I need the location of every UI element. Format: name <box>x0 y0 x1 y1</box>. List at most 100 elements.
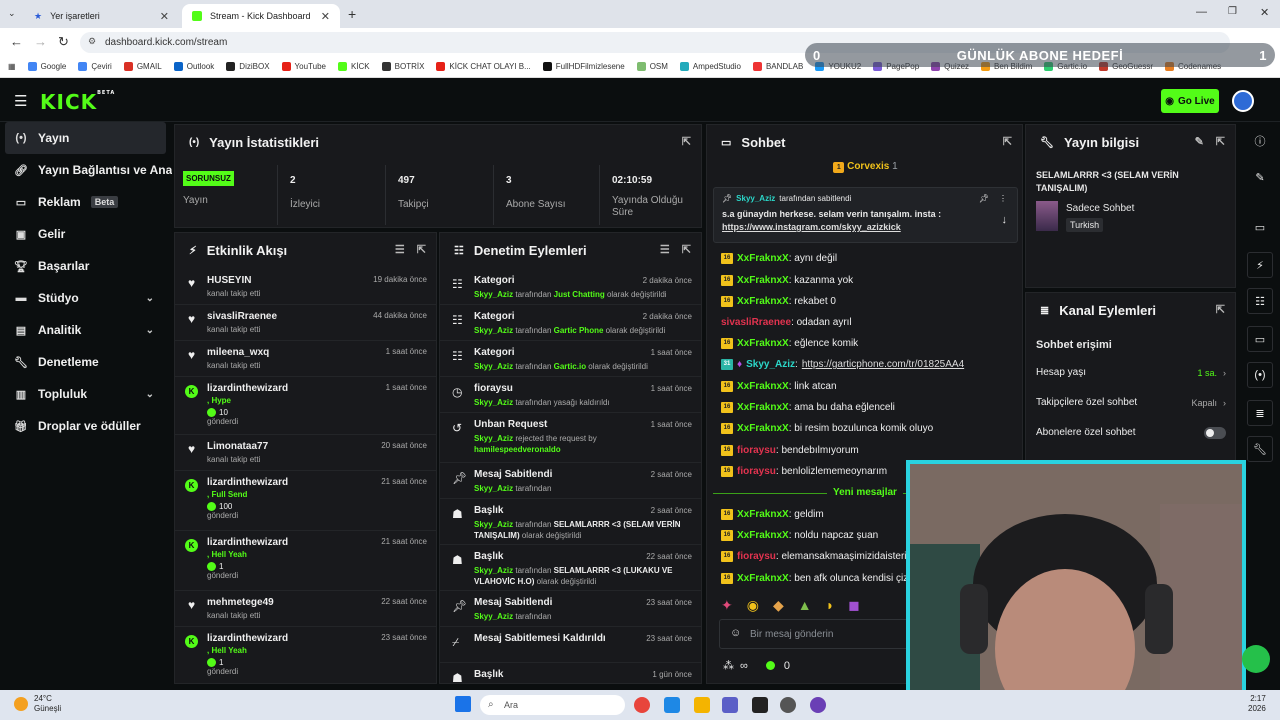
emote-icon[interactable]: ◉ <box>747 597 759 614</box>
bookmark[interactable]: FullHDFilmizlesene <box>537 62 631 71</box>
card-icon[interactable]: ▭ <box>1247 214 1273 240</box>
site-info-icon[interactable]: ⚙ <box>88 36 96 47</box>
epic-icon[interactable] <box>752 697 768 713</box>
weather-widget[interactable]: 24°C Güneşli <box>34 694 61 714</box>
chat-icon[interactable]: ▭ <box>1247 326 1273 352</box>
sidebar-item-analitik[interactable]: ▤ Analitik ⌄ <box>0 314 172 346</box>
arrow-down-icon[interactable]: ↓ <box>1002 214 1008 226</box>
emote-icon[interactable]: ◗ <box>826 597 834 614</box>
chat-message: 16 XxFraknxX: ben afk olunca kendisi çizi <box>721 573 910 584</box>
kick-coin-icon[interactable] <box>765 661 775 670</box>
bookmark[interactable]: OSM <box>631 62 674 71</box>
expand-icon[interactable]: ⇱ <box>1003 135 1012 148</box>
tab-bookmarks[interactable]: ★ Yer işaretleri ✕ <box>24 4 179 28</box>
sidebar-item-droplar[interactable]: 🎁︎ Droplar ve ödüller <box>0 410 172 442</box>
bookmark[interactable]: BANDLAB <box>747 62 809 71</box>
list-icon[interactable]: ☷ <box>1247 288 1273 314</box>
expand-icon[interactable]: ⇱ <box>1216 303 1225 316</box>
windows-start-icon[interactable] <box>455 696 471 712</box>
whatsapp-icon[interactable] <box>1242 645 1270 673</box>
chrome-icon[interactable] <box>634 697 650 713</box>
sidebar-item-basarilar[interactable]: 🏆︎ Başarılar <box>0 250 172 282</box>
emote-icon[interactable]: ▲ <box>798 597 812 614</box>
beta-badge: Beta <box>90 196 119 208</box>
bookmark[interactable]: Outlook <box>168 62 221 71</box>
star-icon: ★ <box>34 10 43 21</box>
setting-subscribers-only[interactable]: Abonelere özel sohbet <box>1036 426 1226 439</box>
edit-icon[interactable]: ✎ <box>1247 164 1273 190</box>
back-icon[interactable]: ← <box>10 34 23 49</box>
window-close-icon[interactable]: ✕ <box>1260 6 1269 19</box>
sidebar-item-yayin-baglantisi[interactable]: 🔗︎Yayın Bağlantısı ve Anahtarı <box>0 154 172 186</box>
bookmark[interactable]: Google <box>22 62 73 71</box>
menu-icon[interactable]: ☰ <box>14 92 27 110</box>
folder-icon[interactable] <box>694 697 710 713</box>
bookmark[interactable]: YouTube <box>276 62 332 71</box>
go-live-button[interactable]: ◉ Go Live <box>1161 89 1219 113</box>
setting-account-age[interactable]: Hesap yaşı 1 sa. › <box>1036 367 1226 378</box>
tab-kick-dashboard[interactable]: Stream - Kick Dashboard ✕ <box>182 4 340 28</box>
tab-search-icon[interactable]: ⌄ <box>8 8 16 19</box>
status-label: Yayın <box>183 195 208 206</box>
emote-icon[interactable]: ◆ <box>773 597 784 614</box>
bookmark[interactable]: KİCK CHAT OLAYI B... <box>430 62 536 71</box>
bookmark[interactable]: AmpedStudio <box>674 62 747 71</box>
stack-icon[interactable]: ≣ <box>1247 400 1273 426</box>
sidebar-item-reklam[interactable]: ▭ Reklam Beta <box>0 186 172 218</box>
kick-logo[interactable]: KICKBETA <box>40 90 115 114</box>
more-icon[interactable]: ⋮ <box>999 194 1007 203</box>
taskbar-search[interactable]: ⌕ Ara <box>480 695 625 715</box>
apps-icon[interactable]: ▦ <box>0 62 22 71</box>
wrench-icon[interactable]: 🔧︎ <box>1247 436 1273 462</box>
kick-coin-icon <box>207 408 216 418</box>
maximize-icon[interactable]: ❐ <box>1228 6 1237 17</box>
points-icon[interactable]: ⁂ <box>723 659 734 672</box>
expand-icon[interactable]: ⇱ <box>1216 135 1225 148</box>
sidebar-item-yayin[interactable]: (•) Yayın <box>5 122 166 154</box>
expand-icon[interactable]: ⇱ <box>417 243 426 256</box>
emoji-icon[interactable]: ☺ <box>730 627 741 639</box>
new-tab-button[interactable]: + <box>348 6 356 22</box>
obs-icon[interactable] <box>810 697 826 713</box>
pin-icon[interactable]: 📌︎ <box>979 194 989 203</box>
filter-icon[interactable]: ☰ <box>660 243 670 256</box>
bookmark[interactable]: GMAIL <box>118 62 168 71</box>
close-icon[interactable]: ✕ <box>160 10 169 23</box>
minimize-icon[interactable]: — <box>1196 6 1207 18</box>
bolt-icon[interactable]: ⚡︎ <box>1247 252 1273 278</box>
windows-taskbar: 24°C Güneşli ⌕ Ara 2:17 2026 <box>0 690 1280 720</box>
pinned-message[interactable]: 📌︎ Skyy_Aziz tarafından sabitlendi 📌︎ ⋮ … <box>713 187 1018 243</box>
close-icon[interactable]: ✕ <box>321 10 330 23</box>
stream-info-panel: 🔧︎ Yayın bilgisi ✎ ⇱ SELAMLARRR <3 (SELAM… <box>1025 124 1236 288</box>
bookmark[interactable]: KİCK <box>332 62 376 71</box>
reload-icon[interactable]: ↻ <box>58 34 69 50</box>
list-item: ☗ Başlık 22 saat önce Skyy_Aziz tarafından … <box>440 545 701 591</box>
clock[interactable]: 2:17 2026 <box>1248 694 1266 714</box>
avatar[interactable] <box>1232 90 1254 112</box>
expand-icon[interactable]: ⇱ <box>682 135 691 148</box>
setting-followers-only[interactable]: Takipçilere özel sohbet Kapalı › <box>1036 397 1226 408</box>
panel-title: Sohbet <box>741 134 786 150</box>
sub-badge: 16 <box>721 466 733 477</box>
sidebar-item-denetleme[interactable]: 🔧︎ Denetleme <box>0 346 172 378</box>
bookmark[interactable]: BOTRİX <box>376 62 431 71</box>
emote-icon[interactable]: ◼ <box>848 597 860 614</box>
heart-icon: ♥ <box>187 348 196 362</box>
broadcast-icon[interactable]: (•) <box>1247 362 1273 388</box>
forward-icon[interactable]: → <box>34 34 47 49</box>
edit-icon[interactable]: ✎ <box>1195 135 1204 148</box>
expand-icon[interactable]: ⇱ <box>682 243 691 256</box>
filter-icon[interactable]: ☰ <box>395 243 405 256</box>
app-icon[interactable] <box>780 697 796 713</box>
chat-link[interactable]: https://garticphone.com/tr/01825AA4 <box>802 359 964 370</box>
app-icon[interactable] <box>664 697 680 713</box>
sidebar-item-topluluk[interactable]: ▥ Topluluk ⌄ <box>0 378 172 410</box>
teams-icon[interactable] <box>722 697 738 713</box>
sidebar-item-studyo[interactable]: ▬ Stüdyo ⌄ <box>0 282 172 314</box>
bookmark[interactable]: DiziBOX <box>220 62 275 71</box>
info-icon[interactable]: ⓘ <box>1247 128 1273 154</box>
sidebar-item-gelir[interactable]: ▣ Gelir <box>0 218 172 250</box>
bookmark[interactable]: Çeviri <box>72 62 117 71</box>
toggle-switch[interactable] <box>1204 426 1226 439</box>
emote-icon[interactable]: ✦ <box>721 597 733 614</box>
